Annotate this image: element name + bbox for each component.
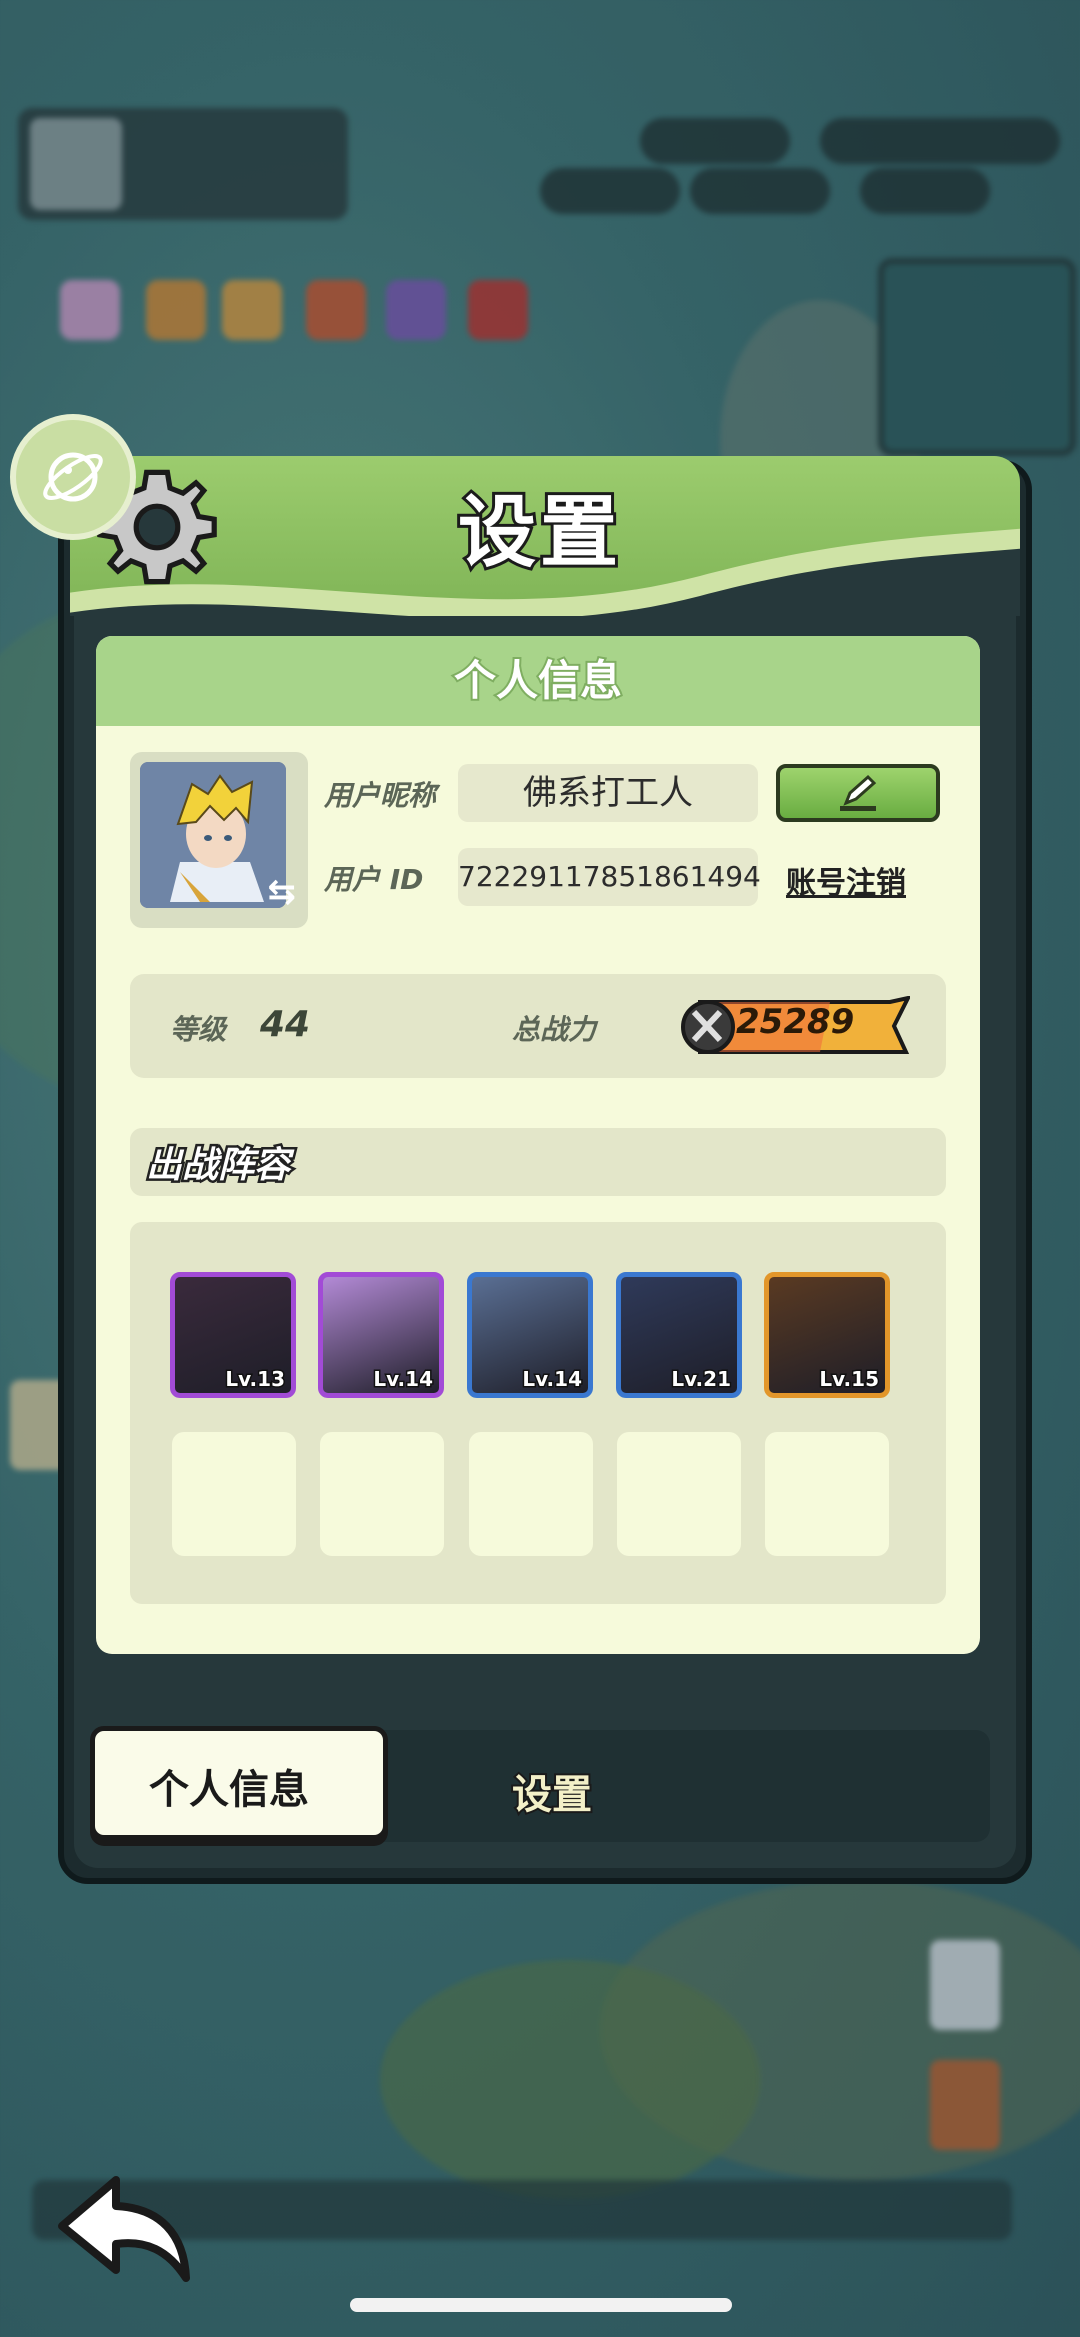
empty-slot[interactable] [765, 1432, 889, 1556]
empty-slot[interactable] [320, 1432, 444, 1556]
back-arrow-icon[interactable] [56, 2174, 196, 2284]
edit-nickname-button[interactable] [776, 764, 940, 822]
swap-icon: ⇆ [267, 872, 297, 912]
user-id-label: 用户 ID [324, 863, 424, 896]
empty-slot[interactable] [617, 1432, 741, 1556]
hero-level: Lv.13 [224, 1366, 287, 1393]
pencil-icon [840, 774, 877, 811]
deregister-account-link[interactable]: 账号注销 [786, 858, 906, 902]
tab-personal-info-label: 个人信息 [149, 1767, 309, 1813]
hero-slot[interactable]: Lv.14 [318, 1272, 444, 1398]
empty-slot[interactable] [172, 1432, 296, 1556]
lineup-title: 出战阵容 [143, 1143, 292, 1189]
nickname-field: 佛系打工人 [458, 764, 758, 822]
tab-personal-info[interactable]: 个人信息 [90, 1726, 388, 1840]
avatar-button[interactable]: ⇆ [130, 752, 308, 928]
empty-slot[interactable] [469, 1432, 593, 1556]
nickname-label: 用户昵称 [324, 779, 437, 812]
hero-level: Lv.15 [818, 1366, 881, 1393]
user-id-field: 72229117851861494 [458, 848, 761, 906]
profile-section-title: 个人信息 [452, 654, 624, 707]
hero-level: Lv.21 [670, 1366, 733, 1393]
profile-card: 个人信息 ⇆ 用户昵称 佛系打工人 用户 ID 7222911785186149… [96, 636, 980, 1654]
hero-slot[interactable]: Lv.15 [764, 1272, 890, 1398]
hero-slot[interactable]: Lv.14 [467, 1272, 593, 1398]
profile-card-header: 个人信息 [96, 636, 980, 726]
home-indicator [350, 2298, 732, 2312]
hero-slot[interactable]: Lv.13 [170, 1272, 296, 1398]
hero-slot[interactable]: Lv.21 [616, 1272, 742, 1398]
power-label: 总战力 [512, 1013, 597, 1046]
hero-level: Lv.14 [372, 1366, 435, 1393]
power-value: 25289 [736, 1002, 855, 1042]
level-value: 44 [260, 1004, 311, 1045]
avatar [140, 762, 286, 908]
level-label: 等级 [170, 1013, 227, 1046]
hero-level: Lv.14 [521, 1366, 584, 1393]
panel-title: 设置 [455, 485, 622, 581]
tab-settings[interactable]: 设置 [510, 1762, 594, 1820]
